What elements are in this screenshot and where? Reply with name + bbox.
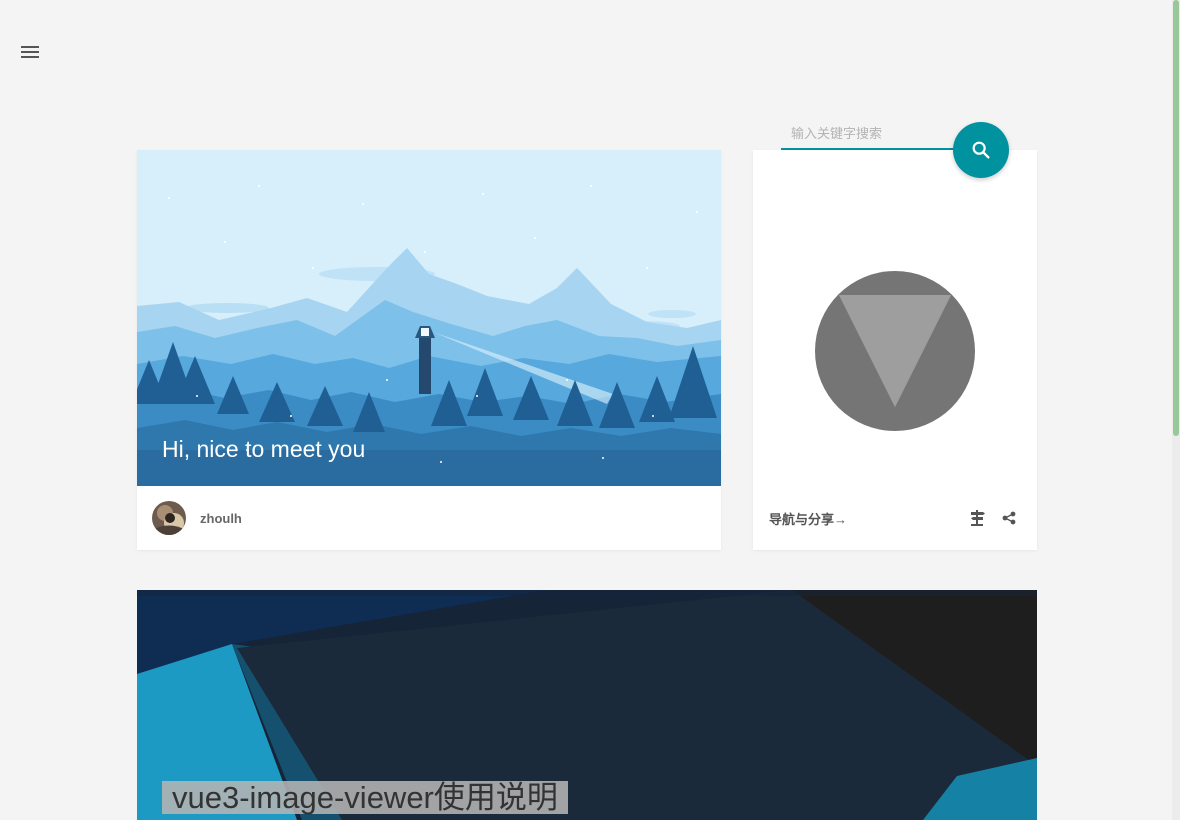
share-button[interactable] bbox=[997, 506, 1021, 530]
hero-footer: zhoulh bbox=[137, 486, 721, 550]
share-icon bbox=[1002, 511, 1016, 525]
hero-card: Hi, nice to meet you zhoulh bbox=[137, 150, 721, 550]
post-title[interactable]: vue3-image-viewer使用说明 bbox=[162, 781, 568, 814]
hero-image[interactable]: Hi, nice to meet you bbox=[137, 150, 721, 486]
search-area bbox=[781, 122, 1011, 178]
nav-share-link[interactable]: 导航与分享→ bbox=[769, 509, 957, 528]
hero-title[interactable]: Hi, nice to meet you bbox=[162, 434, 365, 464]
side-card: 导航与分享→ bbox=[753, 150, 1037, 550]
scrollbar[interactable] bbox=[1172, 0, 1180, 820]
avatar-image bbox=[152, 501, 186, 535]
signpost-button[interactable] bbox=[965, 506, 989, 530]
side-footer: 导航与分享→ bbox=[753, 486, 1037, 550]
menu-button[interactable] bbox=[14, 32, 48, 64]
post-card[interactable]: vue3-image-viewer使用说明 bbox=[137, 590, 1037, 820]
signpost-icon bbox=[971, 510, 985, 526]
author-avatar[interactable] bbox=[152, 501, 186, 535]
search-input[interactable] bbox=[781, 122, 955, 150]
scrollbar-thumb[interactable] bbox=[1173, 0, 1179, 436]
search-button[interactable] bbox=[953, 122, 1009, 178]
search-icon bbox=[972, 141, 990, 159]
author-name[interactable]: zhoulh bbox=[200, 511, 242, 526]
hamburger-menu-icon bbox=[21, 45, 39, 58]
material-logo bbox=[815, 271, 975, 431]
